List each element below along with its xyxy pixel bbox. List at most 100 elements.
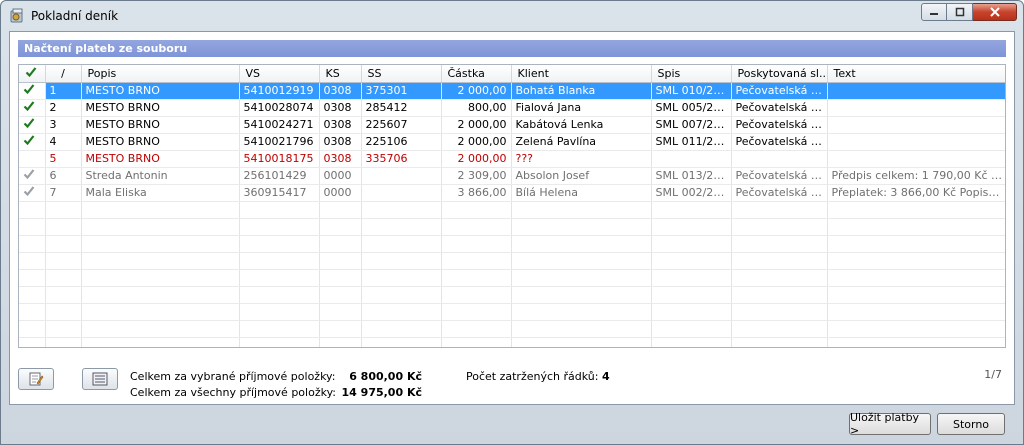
empty-cell [361,235,442,253]
column-header-popis[interactable]: Popis [81,65,240,83]
column-header-klient[interactable]: Klient [511,65,652,83]
column-header-castka[interactable]: Částka [441,65,512,83]
column-header-number[interactable]: / [45,65,82,83]
cell-ss: 335706 [361,150,442,168]
empty-cell [827,201,1005,219]
table-row[interactable]: 1 MESTO BRNO 5410012919 0308 375301 2 000,00 B… [19,82,1005,100]
empty-cell [827,218,1005,236]
empty-cell [45,218,82,236]
row-checkbox[interactable] [19,82,46,100]
empty-cell [319,303,362,321]
checked-count: Počet zatržených řádků: 4 [466,370,610,383]
empty-cell [45,201,82,219]
empty-cell [239,303,320,321]
page-indicator: 1/7 [984,368,1002,381]
empty-cell [511,218,652,236]
empty-cell [45,235,82,253]
column-header-check[interactable] [19,65,46,83]
table-row[interactable]: 2 MESTO BRNO 5410028074 0308 285412 800,00 Fia… [19,99,1005,117]
row-checkbox[interactable] [19,184,46,202]
table-row[interactable]: 4 MESTO BRNO 5410021796 0308 225106 2 000,00 Z… [19,133,1005,151]
column-header-text[interactable]: Text [827,65,1005,83]
empty-cell [319,252,362,270]
save-payments-button[interactable]: Uložit platby > [849,411,931,437]
row-checkbox[interactable] [19,116,46,134]
detail-button[interactable] [82,368,118,390]
empty-cell [239,320,320,338]
column-header-vs[interactable]: VS [239,65,320,83]
cell-vs: 360915417 [239,184,320,202]
cell-spis: SML 005/2011 [651,99,732,117]
empty-cell [731,201,828,219]
cell-klient: Zelená Pavlína [511,133,652,151]
cell-ks: 0308 [319,133,362,151]
cell-sluzba [731,150,828,168]
cancel-button[interactable]: Storno [937,413,1005,435]
table-row[interactable]: 5 MESTO BRNO 5410018175 0308 335706 2 000,00?… [19,150,1005,168]
row-number: 1 [45,82,82,100]
cell-ss: 225106 [361,133,442,151]
minimize-button[interactable] [921,3,947,21]
cell-castka: 2 309,00 [441,167,512,185]
row-checkbox[interactable] [19,99,46,117]
cell-ks: 0308 [319,116,362,134]
empty-cell [361,201,442,219]
close-button[interactable] [973,3,1017,21]
empty-cell [81,218,240,236]
column-header-sluzba[interactable]: Poskytovaná sl... [731,65,828,83]
empty-cell [319,218,362,236]
empty-cell [19,286,46,304]
cell-popis: MESTO BRNO [81,116,240,134]
empty-row [19,286,1005,304]
cell-spis: SML 002/2011 [651,184,732,202]
cell-castka: 2 000,00 [441,150,512,168]
cell-popis: MESTO BRNO [81,150,240,168]
table-row[interactable]: 6 Streda Antonin 256101429 0000 2 309,00 Abso… [19,167,1005,185]
empty-cell [511,269,652,287]
empty-cell [81,303,240,321]
column-header-ss[interactable]: SS [361,65,442,83]
empty-row [19,252,1005,270]
cell-castka: 2 000,00 [441,82,512,100]
empty-cell [827,337,1005,347]
cell-spis: SML 007/2011 [651,116,732,134]
title-bar[interactable]: Pokladní deník [1,1,1023,31]
checkmark-icon [23,168,35,180]
cell-ss [361,184,442,202]
column-header-spis[interactable]: Spis [651,65,732,83]
edit-icon [29,372,44,386]
empty-cell [827,303,1005,321]
row-checkbox[interactable] [19,167,46,185]
checkmark-icon [23,83,35,95]
checked-count-label: Počet zatržených řádků: [466,370,599,383]
dialog-button-bar: Uložit platby > Storno [1,405,1023,445]
edit-button[interactable] [18,368,54,390]
empty-cell [651,337,732,347]
column-header-ks[interactable]: KS [319,65,362,83]
empty-cell [19,320,46,338]
cell-text [827,82,1005,100]
row-checkbox[interactable] [19,150,46,168]
cell-text [827,133,1005,151]
cell-popis: Mala Eliska [81,184,240,202]
empty-cell [45,320,82,338]
cell-klient: Bohatá Blanka [511,82,652,100]
maximize-button[interactable] [947,3,973,21]
cell-spis: SML 010/2011 [651,82,732,100]
checkmark-icon [25,66,37,78]
table-row[interactable]: 7 Mala Eliska 360915417 0000 3 866,00 Bílá He… [19,184,1005,202]
cell-castka: 800,00 [441,99,512,117]
empty-cell [361,303,442,321]
empty-row [19,218,1005,236]
empty-cell [651,252,732,270]
payments-grid[interactable]: / Popis VS KS SS Částka Klient Spis Posk… [18,64,1006,348]
checkmark-icon [23,100,35,112]
empty-cell [731,235,828,253]
table-row[interactable]: 3 MESTO BRNO 5410024271 0308 225607 2 000,00 K… [19,116,1005,134]
empty-cell [441,218,512,236]
row-checkbox[interactable] [19,133,46,151]
cell-klient: Fialová Jana [511,99,652,117]
checkmark-icon [23,185,35,197]
cell-ss: 225607 [361,116,442,134]
empty-cell [441,235,512,253]
